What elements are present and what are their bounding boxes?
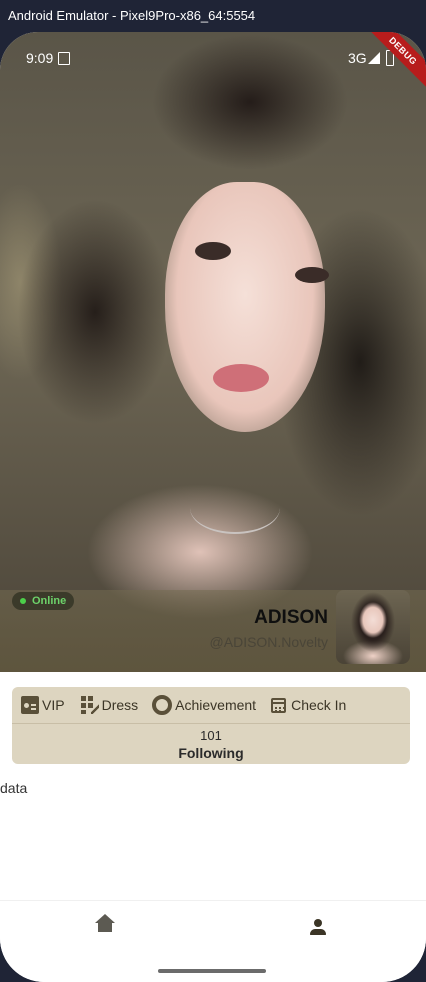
following-label[interactable]: Following xyxy=(12,745,410,761)
bottom-navigation xyxy=(0,900,426,982)
menu-item-check-in-label: Check In xyxy=(291,697,347,713)
menu-row: VIP Dress Achievement Check In xyxy=(12,687,410,724)
photo-lips xyxy=(213,364,269,392)
calendar-icon xyxy=(271,697,287,713)
photo-eye-left xyxy=(195,242,231,260)
menu-item-achievement[interactable]: Achievement xyxy=(152,687,256,723)
menu-item-dress-label: Dress xyxy=(101,697,139,713)
online-dot-icon xyxy=(20,598,26,604)
profile-header: Online ADISON @ADISON.Novelty xyxy=(0,590,426,672)
menu-item-check-in[interactable]: Check In xyxy=(271,687,346,723)
avatar[interactable] xyxy=(336,590,410,664)
photo-eye-right xyxy=(295,267,329,283)
profile-name: ADISON xyxy=(254,607,328,628)
online-status-badge: Online xyxy=(12,592,75,610)
signal-icon xyxy=(368,52,380,64)
menu-item-vip[interactable]: VIP xyxy=(21,687,65,723)
gesture-home-indicator[interactable] xyxy=(158,969,266,973)
achievement-ring-icon xyxy=(152,695,173,715)
person-icon[interactable] xyxy=(309,919,327,937)
window-title: Android Emulator - Pixel9Pro-x86_64:5554 xyxy=(8,8,256,23)
status-time: 9:09 xyxy=(26,50,54,66)
photo-necklace xyxy=(190,482,280,534)
menu-item-vip-label: VIP xyxy=(42,697,65,713)
phone-screen: 9:09 3G DEBUG Online ADISON @ADISON.Nove… xyxy=(0,32,426,982)
following-count[interactable]: 101 xyxy=(12,728,410,743)
profile-hero-photo[interactable] xyxy=(0,32,426,672)
menu-item-achievement-label: Achievement xyxy=(175,697,257,713)
online-status-text: Online xyxy=(32,595,67,607)
vip-card-icon xyxy=(21,696,39,714)
network-type: 3G xyxy=(348,50,367,66)
profile-menu-card: VIP Dress Achievement Check In 101 Follo… xyxy=(12,687,410,764)
profile-handle: @ADISON.Novelty xyxy=(209,634,328,650)
emulator-title-bar: Android Emulator - Pixel9Pro-x86_64:5554 xyxy=(0,0,426,32)
menu-item-dress[interactable]: Dress xyxy=(80,687,139,723)
content-text: data xyxy=(0,780,28,796)
sim-card-icon xyxy=(58,52,70,65)
home-icon[interactable] xyxy=(95,914,115,937)
photo-face xyxy=(165,182,325,432)
dress-grid-icon xyxy=(80,696,99,714)
android-status-bar: 9:09 3G xyxy=(0,32,426,84)
